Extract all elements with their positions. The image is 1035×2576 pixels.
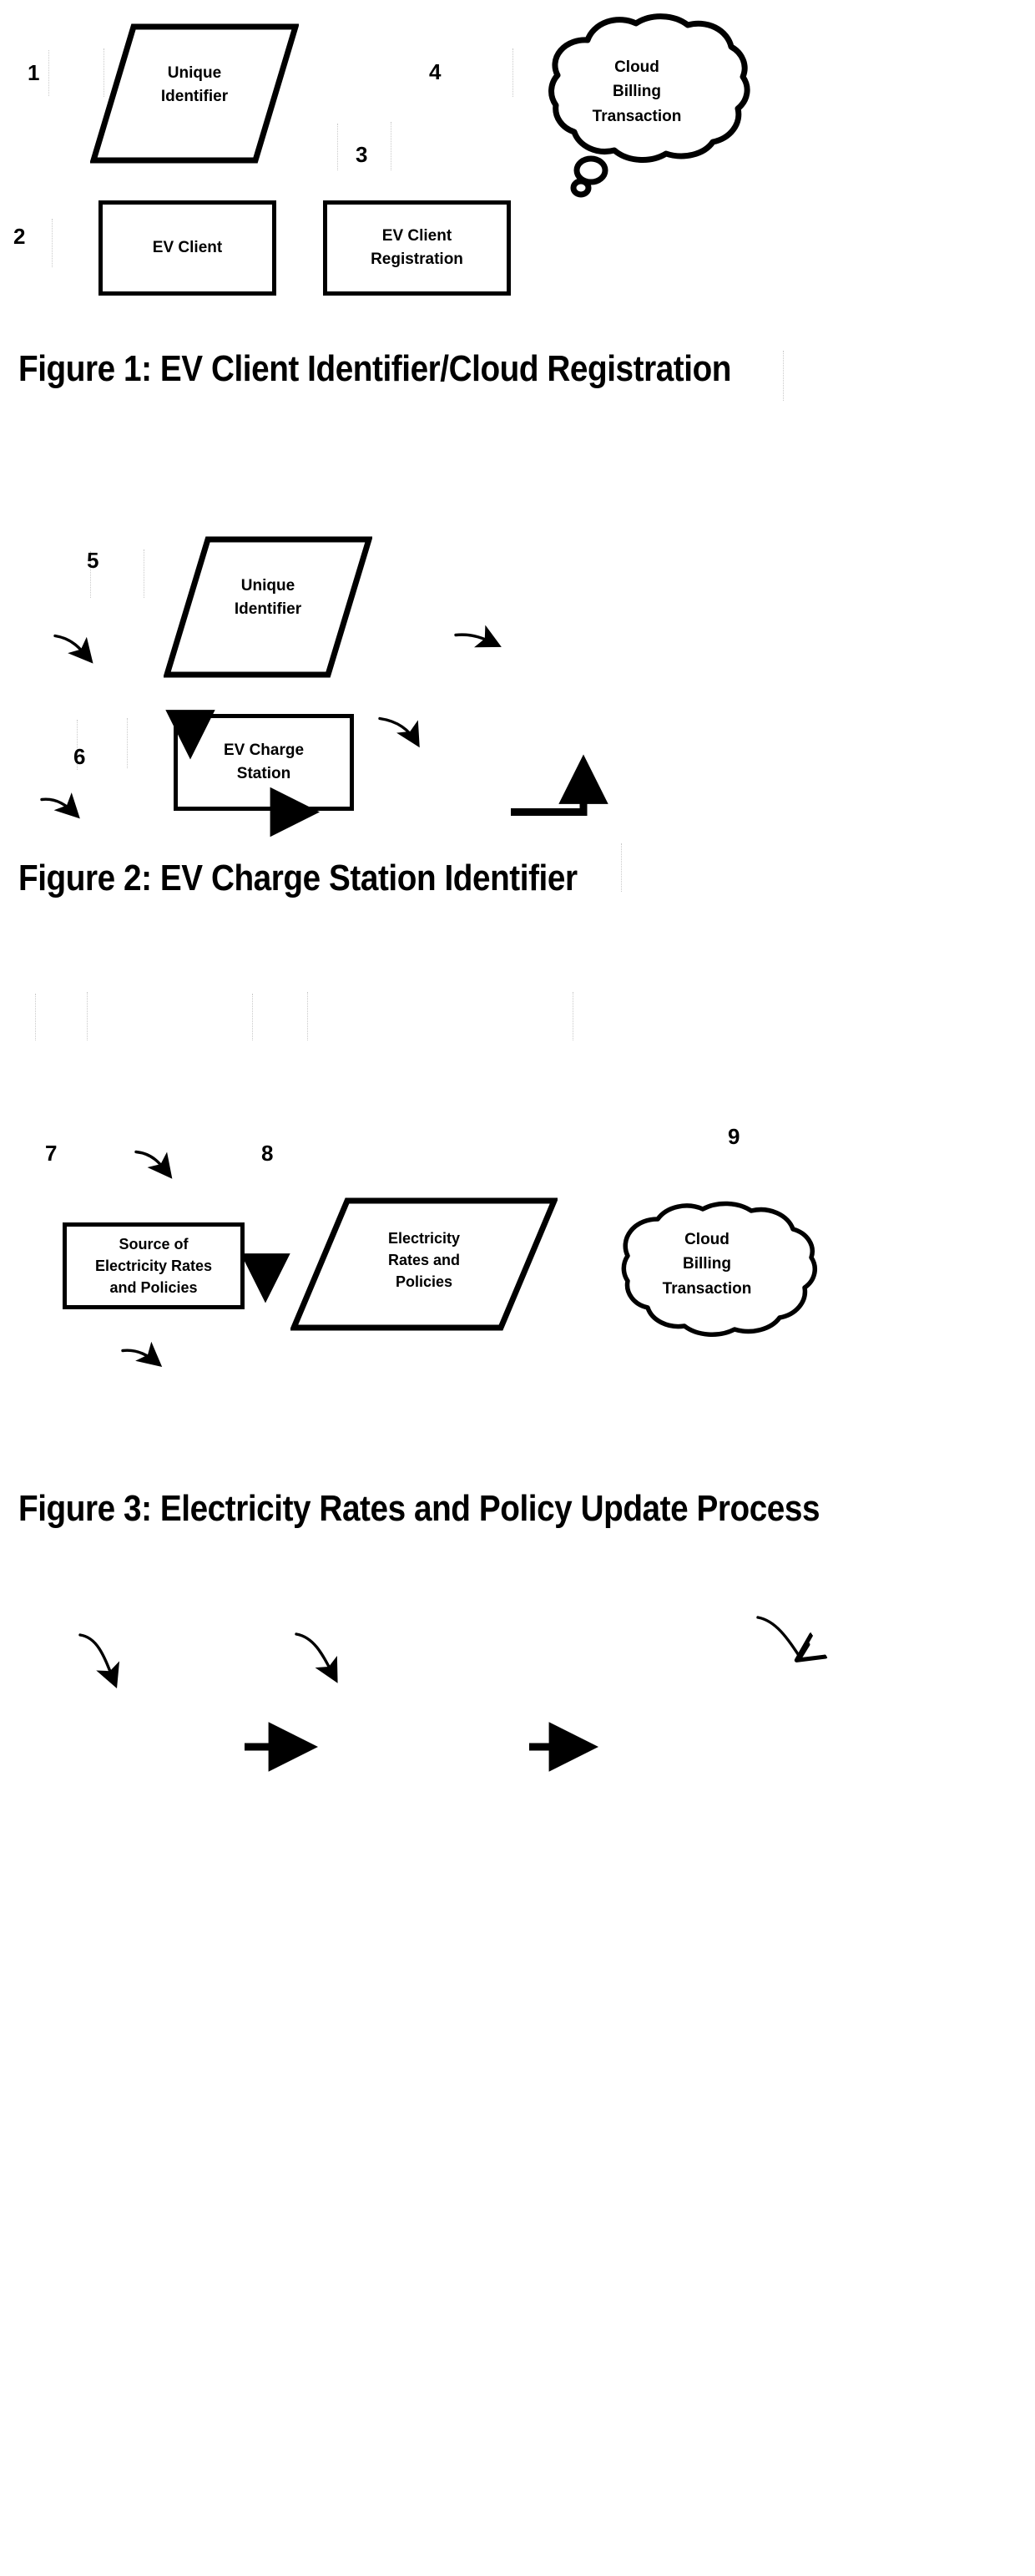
ev-client-registration-label: EV Client Registration (366, 225, 468, 271)
ref-number-9: 9 (728, 1124, 740, 1149)
figure-1-caption: Figure 1: EV Client Identifier/Cloud Reg… (18, 348, 732, 389)
leader-line-7 (78, 1633, 120, 1689)
figure-3-caption: Figure 3: Electricity Rates and Policy U… (18, 1488, 820, 1529)
ref-number-6: 6 (73, 744, 86, 769)
ev-client-registration-line2: Registration (371, 251, 463, 268)
figure-sheet: Unique Identifier EV Client EV Client Re… (0, 0, 1035, 1772)
ev-charge-station-line1: EV Charge (223, 741, 305, 760)
ev-client-registration-line1: EV Client (381, 227, 452, 245)
ref-number-7: 7 (45, 1141, 58, 1166)
figure-2-caption: Figure 2: EV Charge Station Identifier (18, 858, 578, 898)
ref-number-5: 5 (87, 548, 99, 573)
ev-charge-station-box: EV Charge Station (174, 714, 354, 811)
ref-number-4: 4 (429, 59, 442, 84)
cloud-billing-transaction-fig1: Cloud Billing Transaction (507, 7, 766, 199)
ev-client-box: EV Client (98, 200, 276, 296)
ref-number-3: 3 (356, 142, 368, 167)
cloud-billing-transaction-fig3: Cloud Billing Transaction (578, 1179, 836, 1356)
figure-2: Unique Identifier EV Charge Station 5 6 … (0, 493, 1035, 1367)
source-of-rates-box: Source of Electricity Rates and Policies (63, 1222, 245, 1309)
electricity-rates-parallelogram: Electricity Rates and Policies (290, 1197, 558, 1331)
source-of-rates-line3: and Policies (109, 1279, 198, 1297)
ev-charge-station-line2: Station (236, 765, 291, 782)
ref-number-2: 2 (13, 224, 26, 249)
ev-client-text: EV Client (152, 239, 223, 257)
ev-charge-station-label: EV Charge Station (219, 739, 309, 785)
source-of-rates-label: Source of Electricity Rates and Policies (90, 1233, 217, 1298)
ev-client-registration-box: EV Client Registration (323, 200, 511, 296)
ev-client-label: EV Client (148, 236, 227, 260)
figure-3: Source of Electricity Rates and Policies… (0, 960, 1035, 1772)
source-of-rates-line1: Source of (119, 1235, 189, 1253)
figure-1: Unique Identifier EV Client EV Client Re… (0, 0, 1035, 838)
ref-number-8: 8 (261, 1141, 274, 1166)
leader-line-8 (295, 1632, 338, 1683)
unique-identifier-parallelogram-fig2: Unique Identifier (164, 536, 372, 678)
leader-line-9 (756, 1616, 801, 1659)
unique-identifier-parallelogram-fig1: Unique Identifier (90, 23, 299, 164)
source-of-rates-line2: Electricity Rates (94, 1257, 213, 1274)
ref-number-1: 1 (28, 60, 40, 85)
